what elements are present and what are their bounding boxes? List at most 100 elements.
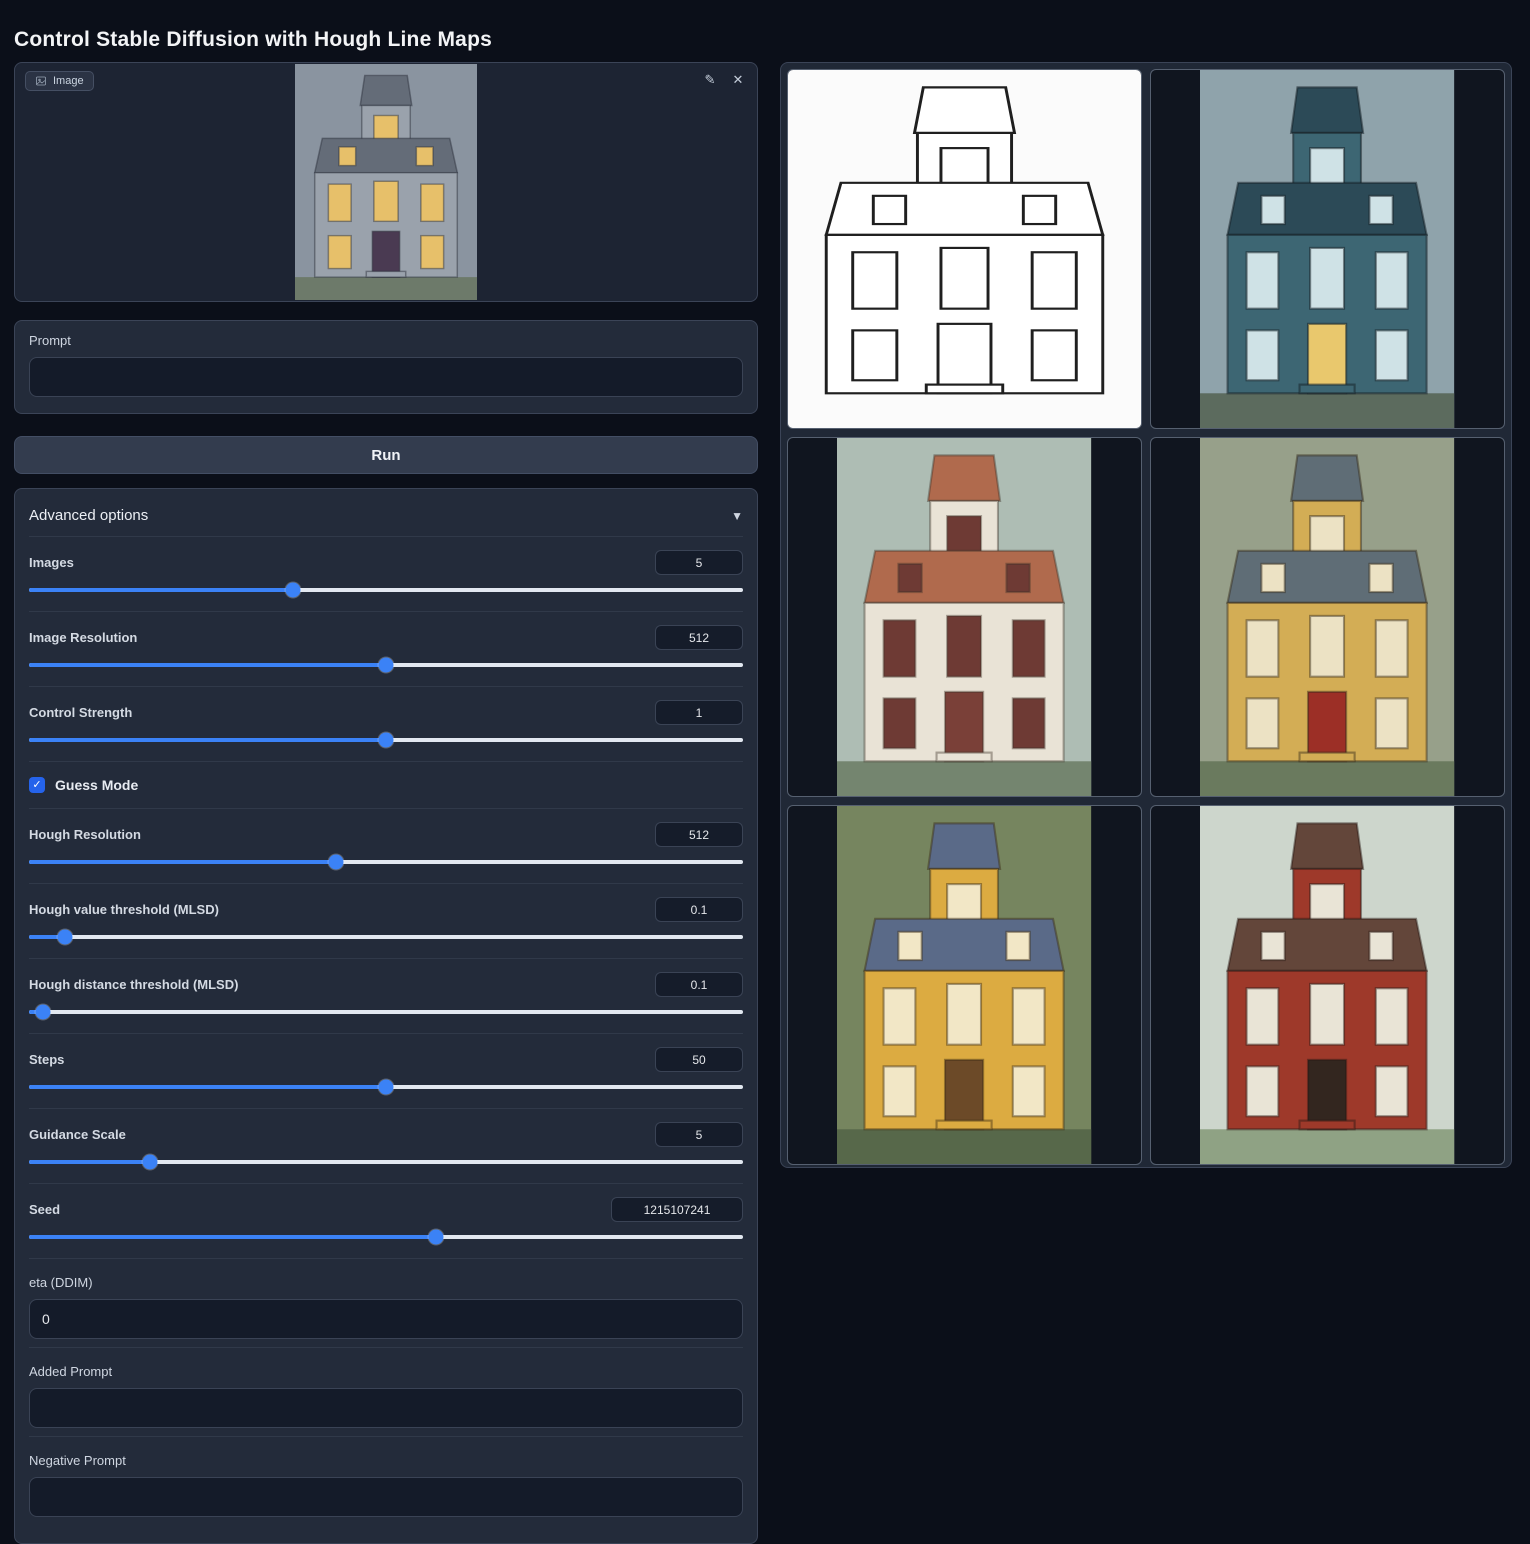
- house-illustration: [837, 438, 1091, 796]
- advanced-options-panel: Advanced options ▼ Images Image Resoluti…: [14, 488, 758, 1544]
- added-prompt-input[interactable]: [29, 1388, 743, 1428]
- image-toolbar: ✎ ✕: [699, 69, 749, 91]
- image-dropzone[interactable]: Image ✎ ✕: [14, 62, 758, 302]
- slider-handle[interactable]: [379, 733, 394, 748]
- gallery-item-result-5[interactable]: [1150, 805, 1505, 1165]
- added-prompt-label: Added Prompt: [29, 1364, 743, 1379]
- slider-fill: [29, 588, 293, 592]
- added-prompt-field: Added Prompt: [29, 1347, 743, 1436]
- slider-seed: Seed: [29, 1183, 743, 1258]
- guess-mode-checkbox-row[interactable]: ✓ Guess Mode: [29, 761, 743, 808]
- slider-label: Guidance Scale: [29, 1127, 126, 1142]
- slider-track[interactable]: [29, 1085, 743, 1089]
- slider-track[interactable]: [29, 1235, 743, 1239]
- slider-handle[interactable]: [143, 1155, 158, 1170]
- gallery-item-result-1[interactable]: [1150, 69, 1505, 429]
- slider-label: Image Resolution: [29, 630, 137, 645]
- gallery-image: [837, 806, 1091, 1164]
- guess-mode-label: Guess Mode: [55, 777, 138, 793]
- run-button[interactable]: Run: [14, 436, 758, 474]
- slider-handle[interactable]: [57, 930, 72, 945]
- slider-handle[interactable]: [286, 583, 301, 598]
- slider-value-input[interactable]: [655, 1122, 743, 1147]
- slider-track[interactable]: [29, 663, 743, 667]
- prompt-label: Prompt: [29, 333, 743, 348]
- slider-hough-distance-threshold: Hough distance threshold (MLSD): [29, 958, 743, 1033]
- slider-value-input[interactable]: [655, 1047, 743, 1072]
- chevron-down-icon: ▼: [731, 509, 743, 523]
- image-input-badge: Image: [25, 71, 94, 91]
- slider-label: Hough distance threshold (MLSD): [29, 977, 238, 992]
- slider-fill: [29, 1235, 436, 1239]
- house-illustration: [837, 806, 1091, 1164]
- slider-label: Steps: [29, 1052, 64, 1067]
- slider-handle[interactable]: [379, 1080, 394, 1095]
- prompt-block: Prompt: [14, 320, 758, 414]
- gallery-item-result-2[interactable]: [787, 437, 1142, 797]
- slider-handle[interactable]: [428, 1230, 443, 1245]
- eta-label: eta (DDIM): [29, 1275, 743, 1290]
- slider-value-input[interactable]: [655, 625, 743, 650]
- slider-handle[interactable]: [379, 658, 394, 673]
- slider-label: Images: [29, 555, 74, 570]
- uploaded-image-thumbnail: [295, 64, 477, 300]
- slider-image-resolution: Image Resolution: [29, 611, 743, 686]
- slider-hough-value-threshold: Hough value threshold (MLSD): [29, 883, 743, 958]
- eta-input[interactable]: [29, 1299, 743, 1339]
- slider-value-input[interactable]: [655, 700, 743, 725]
- house-illustration: [1200, 806, 1454, 1164]
- slider-track[interactable]: [29, 738, 743, 742]
- slider-value-input[interactable]: [655, 897, 743, 922]
- house-illustration: [788, 70, 1141, 428]
- slider-value-input[interactable]: [655, 550, 743, 575]
- image-input-label: Image: [53, 75, 84, 87]
- slider-label: Hough value threshold (MLSD): [29, 902, 219, 917]
- house-illustration: [1200, 70, 1454, 428]
- house-illustration: [295, 64, 477, 300]
- slider-label: Hough Resolution: [29, 827, 141, 842]
- gallery-image: [837, 438, 1091, 796]
- slider-guidance-scale: Guidance Scale: [29, 1108, 743, 1183]
- gallery-image: [1200, 806, 1454, 1164]
- slider-track[interactable]: [29, 588, 743, 592]
- image-icon: [35, 75, 47, 87]
- gallery-grid: [787, 69, 1505, 1161]
- checkbox-checked-icon[interactable]: ✓: [29, 777, 45, 793]
- negative-prompt-label: Negative Prompt: [29, 1453, 743, 1468]
- slider-label: Control Strength: [29, 705, 132, 720]
- slider-track[interactable]: [29, 1160, 743, 1164]
- slider-fill: [29, 1160, 150, 1164]
- slider-fill: [29, 663, 386, 667]
- prompt-input[interactable]: [29, 357, 743, 397]
- slider-value-input[interactable]: [655, 972, 743, 997]
- slider-steps: Steps: [29, 1033, 743, 1108]
- negative-prompt-field: Negative Prompt: [29, 1436, 743, 1525]
- advanced-options-title: Advanced options: [29, 507, 148, 524]
- slider-track[interactable]: [29, 860, 743, 864]
- slider-track[interactable]: [29, 935, 743, 939]
- house-illustration: [1200, 438, 1454, 796]
- gallery-image: [1200, 70, 1454, 428]
- slider-value-input[interactable]: [611, 1197, 743, 1222]
- left-column: Image ✎ ✕ Prompt Run Advanced optio: [14, 62, 758, 1544]
- page-title: Control Stable Diffusion with Hough Line…: [14, 28, 492, 52]
- gallery-item-hough-map[interactable]: [787, 69, 1142, 429]
- gallery-image: [788, 70, 1141, 428]
- slider-handle[interactable]: [36, 1005, 51, 1020]
- edit-image-button[interactable]: ✎: [699, 69, 721, 91]
- gallery-item-result-3[interactable]: [1150, 437, 1505, 797]
- advanced-options-header[interactable]: Advanced options ▼: [29, 499, 743, 536]
- slider-fill: [29, 860, 336, 864]
- slider-handle[interactable]: [329, 855, 344, 870]
- slider-hough-resolution: Hough Resolution: [29, 808, 743, 883]
- gallery-image: [1200, 438, 1454, 796]
- slider-track[interactable]: [29, 1010, 743, 1014]
- slider-value-input[interactable]: [655, 822, 743, 847]
- negative-prompt-input[interactable]: [29, 1477, 743, 1517]
- gallery-item-result-4[interactable]: [787, 805, 1142, 1165]
- slider-fill: [29, 1085, 386, 1089]
- slider-fill: [29, 738, 386, 742]
- clear-image-button[interactable]: ✕: [727, 69, 749, 91]
- slider-label: Seed: [29, 1202, 60, 1217]
- slider-images: Images: [29, 536, 743, 611]
